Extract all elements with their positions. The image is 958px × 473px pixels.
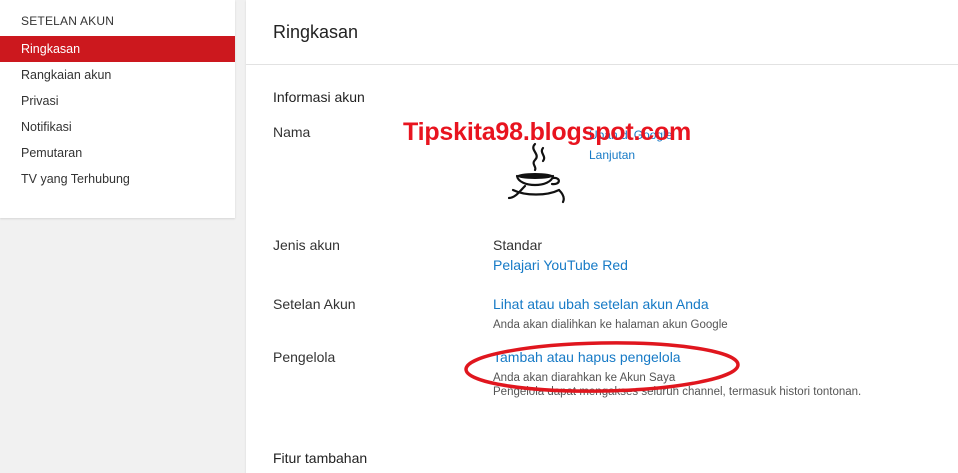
settings-sidebar: SETELAN AKUN Ringkasan Rangkaian akun Pr… [0,0,235,218]
page-header: Ringkasan [246,0,958,65]
annotation-ellipse [464,341,740,393]
coffee-cup-icon [507,142,565,204]
sidebar-item-tv-terhubung[interactable]: TV yang Terhubung [0,166,235,192]
nama-label: Nama [273,124,311,140]
jenis-akun-label: Jenis akun [273,237,340,253]
section-title-fitur-tambahan: Fitur tambahan [273,450,368,466]
sidebar-item-notifikasi[interactable]: Notifikasi [0,114,235,140]
section-title-info: Informasi akun [273,89,365,105]
sidebar-item-rangkaian-akun[interactable]: Rangkaian akun [0,62,235,88]
lihat-ubah-setelan-link[interactable]: Lihat atau ubah setelan akun Anda [493,296,709,312]
sidebar-title: SETELAN AKUN [21,14,115,28]
sidebar-item-pemutaran[interactable]: Pemutaran [0,140,235,166]
lanjutan-link[interactable]: Lanjutan [589,148,635,162]
main-panel: Ringkasan Informasi akun Nama Ubah di Go… [246,0,958,473]
pengelola-label: Pengelola [273,349,336,365]
pelajari-youtube-red-link[interactable]: Pelajari YouTube Red [493,257,628,273]
setelan-akun-label: Setelan Akun [273,296,356,312]
jenis-akun-value: Standar [493,237,543,253]
sidebar-item-ringkasan[interactable]: Ringkasan [0,36,235,62]
sidebar-item-privasi[interactable]: Privasi [0,88,235,114]
page-title: Ringkasan [273,22,359,42]
setelan-akun-hint: Anda akan dialihkan ke halaman akun Goog… [493,319,728,331]
